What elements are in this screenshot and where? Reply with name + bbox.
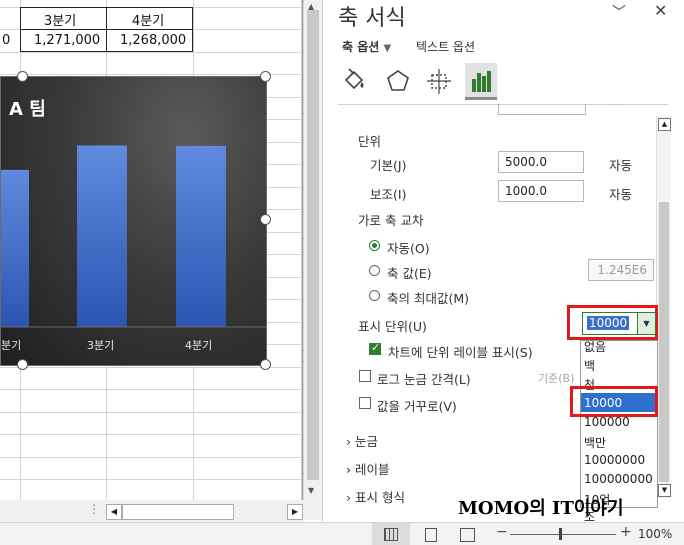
dropdown-option[interactable]: 10000000: [584, 453, 645, 467]
cell-q4-value[interactable]: 1,268,000: [120, 33, 186, 48]
chart-resize-handle[interactable]: [260, 71, 271, 82]
status-bar: − + 100%: [0, 522, 684, 545]
section-labels[interactable]: › 레이블: [346, 459, 390, 478]
major-auto-button[interactable]: 자동: [609, 155, 632, 174]
scroll-up-icon[interactable]: ▲: [308, 2, 314, 11]
sheet-scroll-thumb[interactable]: [307, 10, 319, 480]
x-tick-label: 분기: [1, 339, 22, 352]
dropdown-option[interactable]: 100000000: [584, 472, 653, 486]
chart-resize-handle[interactable]: [17, 71, 28, 82]
log-scale-checkbox[interactable]: [359, 370, 371, 382]
dropdown-option[interactable]: 백만: [584, 434, 606, 451]
chart-resize-handle[interactable]: [260, 214, 271, 225]
watermark-text: MOMO의 IT이야기: [458, 498, 624, 519]
zoom-out-icon[interactable]: −: [496, 524, 508, 540]
radio-cross-auto[interactable]: [369, 240, 380, 251]
x-tick-label: 4분기: [185, 339, 213, 352]
cross-value-label[interactable]: 축 값(E): [387, 263, 432, 282]
sheet-horizontal-scrollbar[interactable]: ⋮ ◀ ▶: [0, 500, 304, 522]
x-tick-label: 3분기: [87, 339, 115, 352]
chart-plot: [1, 145, 266, 328]
chevron-right-icon: ›: [346, 434, 351, 449]
page-break-preview-icon[interactable]: [460, 528, 475, 542]
chevron-down-icon: ▼: [383, 43, 392, 54]
scroll-down-icon[interactable]: ▼: [308, 486, 314, 495]
show-units-checkbox[interactable]: ✓: [369, 341, 381, 355]
log-scale-label[interactable]: 로그 눈금 간격(L): [377, 369, 471, 388]
minor-unit-input[interactable]: 1000.0: [498, 180, 584, 202]
tab-axis-options[interactable]: 축 옵션 ▼: [342, 38, 391, 55]
zoom-slider-thumb[interactable]: [559, 528, 562, 540]
chart-resize-handle[interactable]: [17, 359, 28, 370]
zoom-in-icon[interactable]: +: [620, 524, 632, 540]
dropdown-option[interactable]: 100000: [584, 415, 630, 429]
header-q4[interactable]: 4분기: [132, 10, 164, 29]
radio-cross-value[interactable]: [369, 265, 380, 276]
dropdown-option[interactable]: 없음: [584, 338, 606, 355]
cross-value-input[interactable]: 1.245E6: [588, 259, 654, 281]
radio-cross-max[interactable]: [369, 290, 380, 301]
chevron-right-icon: ›: [346, 490, 351, 505]
close-icon[interactable]: ✕: [654, 1, 667, 20]
zoom-level[interactable]: 100%: [638, 527, 672, 541]
scroll-down-icon[interactable]: ▼: [658, 484, 671, 497]
pane-vertical-scrollbar[interactable]: ▲ ▼: [656, 116, 671, 498]
zoom-slider[interactable]: [510, 534, 616, 535]
log-base-label: 기준(B): [538, 372, 575, 385]
checkmark-icon: ✓: [371, 341, 381, 354]
section-number-format[interactable]: › 표시 형식: [346, 487, 405, 506]
scroll-right-icon[interactable]: ▶: [287, 504, 303, 520]
axis-options-bar-chart-icon[interactable]: [466, 66, 496, 96]
header-q3[interactable]: 3분기: [44, 10, 76, 29]
size-properties-icon[interactable]: [424, 66, 454, 96]
show-units-label[interactable]: 차트에 단위 레이블 표시(S): [388, 342, 533, 361]
chart-area[interactable]: A 팀 분기 3분기 4분기: [0, 76, 267, 366]
tab-text-options[interactable]: 텍스트 옵션: [416, 38, 475, 55]
section-tick-marks[interactable]: › 눈금: [346, 431, 378, 450]
chart-bar[interactable]: [176, 145, 226, 327]
minor-auto-button[interactable]: 자동: [609, 184, 632, 203]
chart-resize-handle[interactable]: [260, 359, 271, 370]
reverse-values-checkbox[interactable]: [359, 397, 371, 409]
dropdown-option[interactable]: 백: [584, 357, 595, 374]
chevron-right-icon: ›: [346, 462, 351, 477]
major-unit-input[interactable]: 5000.0: [498, 151, 584, 173]
chart-bar[interactable]: [1, 169, 29, 327]
cross-auto-label[interactable]: 자동(O): [387, 238, 430, 257]
horizontal-axis-crosses-heading: 가로 축 교차: [358, 213, 424, 228]
normal-view-icon[interactable]: [384, 528, 398, 541]
major-unit-label: 기본(J): [370, 158, 407, 173]
effects-pentagon-icon[interactable]: [383, 66, 413, 96]
cell-partial[interactable]: 0: [2, 33, 10, 48]
cell-q3-value[interactable]: 1,271,000: [34, 33, 100, 48]
minor-unit-label: 보조(I): [370, 187, 407, 202]
reverse-values-label[interactable]: 값을 거꾸로(V): [377, 396, 457, 415]
display-units-select[interactable]: 10000 ▼: [582, 312, 656, 335]
page-layout-icon[interactable]: [425, 528, 437, 542]
fill-line-icon[interactable]: [340, 66, 370, 96]
chevron-down-icon[interactable]: ▼: [637, 313, 655, 334]
cross-max-label[interactable]: 축의 최대값(M): [387, 288, 469, 307]
chevron-down-icon[interactable]: ﹀: [612, 2, 626, 22]
scroll-left-icon[interactable]: ◀: [106, 504, 122, 520]
scroll-up-icon[interactable]: ▲: [658, 118, 671, 131]
pane-title: 축 서식: [338, 6, 406, 31]
units-heading: 단위: [358, 134, 382, 149]
chart-bar[interactable]: [77, 145, 127, 327]
display-units-label: 표시 단위(U): [358, 319, 427, 334]
